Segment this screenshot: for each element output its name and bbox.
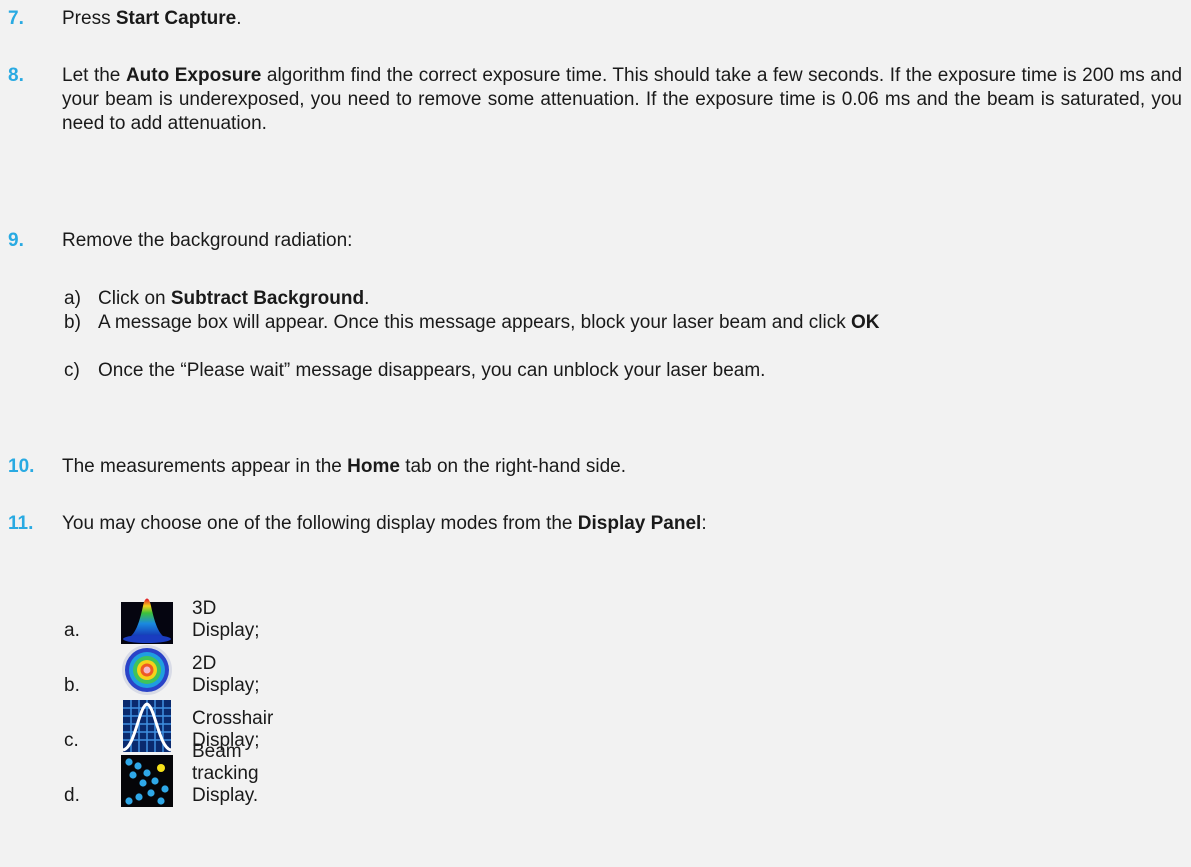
step-number: 11. [8, 513, 34, 534]
3d-display-icon [121, 588, 173, 644]
substep-label: a) [64, 288, 81, 309]
step-text-part: A message box will appear. Once this mes… [98, 312, 851, 333]
step-text-part: tab on the right-hand side. [399, 456, 627, 477]
step-text-part: . [236, 8, 242, 29]
mode-label: a. [64, 620, 80, 641]
step-text: Let the Auto Exposure algorithm find the… [62, 64, 1182, 136]
step-text-part: Click on [98, 288, 171, 309]
step-text-part: : [701, 513, 707, 534]
mode-text: 2D Display; [192, 653, 260, 696]
step-text-part: The measurements appear in the [62, 456, 348, 477]
mode-text: Beam tracking Display. [192, 741, 259, 806]
step-number: 9. [8, 230, 24, 251]
substep-text: Once the “Please wait” message disappear… [98, 360, 766, 381]
step-number: 8. [8, 65, 24, 86]
step-text-part: . [364, 288, 370, 309]
substep-label: c) [64, 360, 80, 381]
mode-label: b. [64, 675, 80, 696]
step-bold-term: Auto Exposure [125, 65, 262, 86]
step-number: 10. [8, 456, 35, 477]
step-text: Remove the background radiation: [62, 230, 353, 251]
substep-text: Click on Subtract Background. [98, 287, 1178, 311]
step-number: 7. [8, 8, 24, 29]
crosshair-display-icon [121, 698, 173, 754]
mode-label: d. [64, 785, 80, 806]
step-text-part: Press [62, 8, 116, 29]
2d-display-icon [121, 643, 173, 699]
step-text: Press Start Capture. [62, 7, 1182, 31]
substep-text: A message box will appear. Once this mes… [98, 311, 1178, 335]
step-text: You may choose one of the following disp… [62, 512, 1182, 536]
step-bold-term: Display Panel [577, 513, 702, 534]
beam-tracking-display-icon [121, 753, 173, 809]
mode-label: c. [64, 730, 79, 751]
substep-label: b) [64, 312, 81, 333]
step-bold-term: Home [347, 456, 400, 477]
step-text-part: You may choose one of the following disp… [62, 513, 578, 534]
step-text: The measurements appear in the Home tab … [62, 455, 1182, 479]
step-text-part: Let the [62, 65, 126, 86]
step-bold-term: OK [851, 312, 880, 333]
mode-text: 3D Display; [192, 598, 260, 641]
step-bold-term: Start Capture [115, 8, 237, 29]
step-bold-term: Subtract Background [170, 288, 365, 309]
